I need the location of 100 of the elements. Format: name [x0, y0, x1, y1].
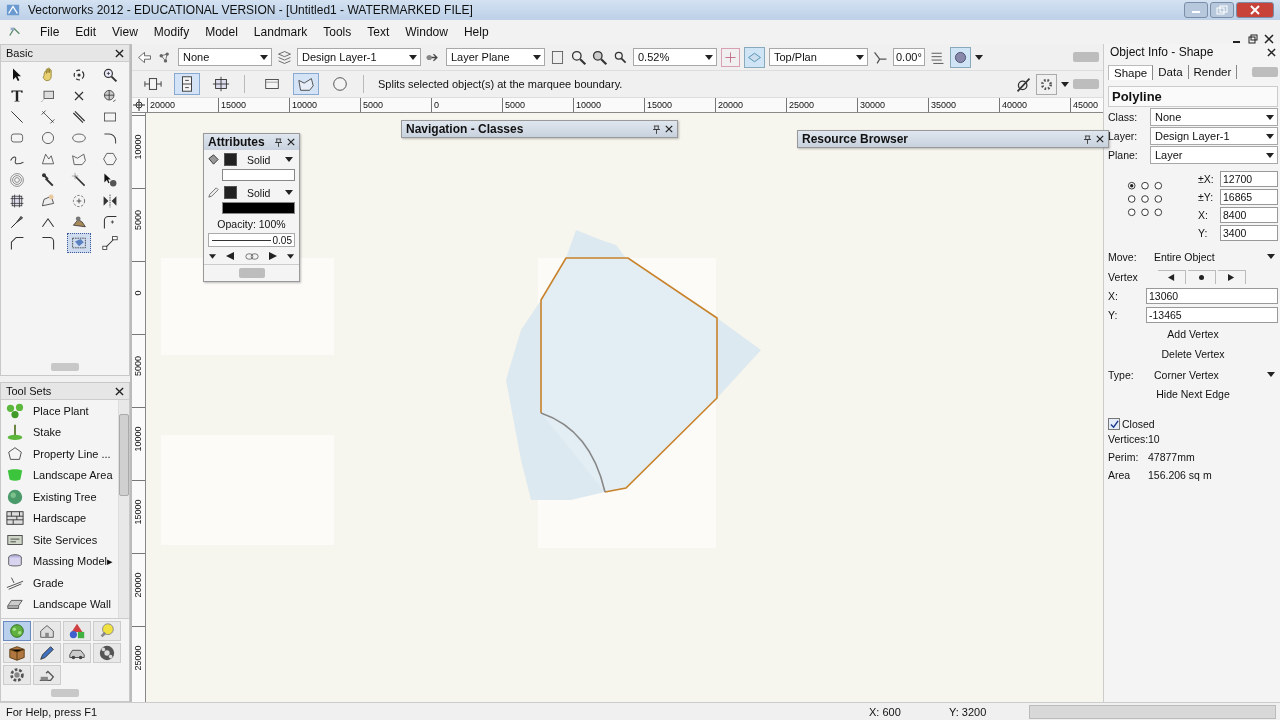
menu-item[interactable]: Modify: [145, 25, 198, 39]
menu-item[interactable]: Model: [197, 25, 246, 39]
hide-edge-button[interactable]: Hide Next Edge: [1150, 385, 1236, 403]
close-icon[interactable]: [1267, 47, 1276, 57]
class-dropdown[interactable]: None: [178, 48, 272, 66]
tool-set-item[interactable]: Existing Tree: [1, 486, 118, 508]
close-icon[interactable]: [1096, 135, 1104, 143]
pen-color-swatch[interactable]: [224, 186, 237, 199]
tool-set-item[interactable]: Landscape Area: [1, 464, 118, 486]
tab[interactable]: Data: [1153, 65, 1189, 79]
pen-style-dropdown[interactable]: Solid: [241, 186, 296, 199]
tool-set-button[interactable]: [63, 621, 91, 641]
grid-snap-icon[interactable]: [721, 47, 740, 67]
collapse-handle[interactable]: [1073, 52, 1099, 62]
tool-set-item[interactable]: Grade: [1, 572, 118, 594]
caret-icon[interactable]: [1061, 81, 1069, 87]
close-icon[interactable]: [287, 138, 295, 146]
close-icon[interactable]: [665, 125, 673, 133]
zoom-icon[interactable]: [570, 48, 587, 66]
link-icon[interactable]: [244, 252, 259, 260]
mode-button[interactable]: [174, 73, 200, 95]
tool-set-button[interactable]: [33, 665, 61, 685]
layer-dropdown[interactable]: Design Layer-1: [297, 48, 421, 66]
vertex-button[interactable]: Add Vertex: [1161, 325, 1225, 343]
zoom-icon[interactable]: [591, 48, 608, 66]
collapse-handle[interactable]: [1252, 67, 1278, 77]
tab[interactable]: Shape: [1108, 64, 1154, 80]
layers-icon[interactable]: [276, 48, 293, 66]
menu-item[interactable]: Help: [455, 25, 497, 39]
tool-set-item[interactable]: Site Services: [1, 529, 118, 551]
collapse-handle[interactable]: [51, 689, 79, 697]
menu-item[interactable]: View: [104, 25, 146, 39]
tool-set-item[interactable]: Massing Model▸: [1, 550, 118, 572]
collapse-handle[interactable]: [1073, 79, 1099, 89]
tool-set-item[interactable]: Property Line ...: [1, 443, 118, 465]
snap-icon[interactable]: [1015, 75, 1032, 93]
scrollbar[interactable]: [1029, 704, 1276, 719]
collapse-handle[interactable]: [238, 268, 265, 278]
tool-set-button[interactable]: [3, 643, 31, 663]
arrowhead-left-icon[interactable]: [226, 252, 235, 260]
input-field[interactable]: 16865: [1220, 188, 1278, 205]
rotation-field[interactable]: 0.00°: [893, 48, 925, 66]
ruler-label: 20000: [133, 571, 143, 600]
close-icon[interactable]: [115, 48, 124, 58]
close-icon[interactable]: [115, 386, 124, 396]
menu-item[interactable]: Window: [397, 25, 456, 39]
vertex-button[interactable]: Delete Vertex: [1155, 345, 1231, 363]
page-icon[interactable]: [549, 48, 566, 66]
caret-icon[interactable]: [974, 54, 983, 60]
menu-item[interactable]: Text: [359, 25, 398, 39]
menu-item[interactable]: Tools: [315, 25, 360, 39]
line-weight-field[interactable]: 0.05: [208, 233, 295, 247]
menu-item[interactable]: Edit: [67, 25, 105, 39]
property-dropdown[interactable]: Design Layer-1: [1150, 127, 1278, 145]
tool-set-button[interactable]: [33, 643, 61, 663]
move-dropdown[interactable]: Entire Object: [1150, 250, 1278, 263]
input-field[interactable]: 13060: [1146, 288, 1278, 304]
tool-set-item[interactable]: Place Plant: [1, 400, 118, 422]
vertex-type-dropdown[interactable]: Corner Vertex: [1150, 368, 1278, 381]
menu-item[interactable]: File: [32, 25, 68, 39]
menu-item[interactable]: Landmark: [245, 25, 316, 39]
tool-set-button[interactable]: [3, 665, 31, 685]
close-button[interactable]: [1236, 2, 1274, 18]
gear-icon[interactable]: [1036, 73, 1057, 95]
mode-button[interactable]: [293, 73, 319, 95]
input-field[interactable]: 3400: [1220, 224, 1278, 241]
tool-set-item[interactable]: Hardscape: [1, 507, 118, 529]
scrollbar[interactable]: [118, 400, 129, 618]
zoom-dropdown[interactable]: 0.52%: [633, 48, 717, 66]
checkbox[interactable]: [1108, 418, 1120, 430]
minimize-button[interactable]: [1184, 2, 1208, 18]
restore-button[interactable]: [1210, 2, 1234, 18]
view-dropdown[interactable]: Top/Plan: [769, 48, 868, 66]
origin-icon[interactable]: [133, 99, 145, 111]
restore-icon[interactable]: [1248, 34, 1258, 44]
next-vertex-button[interactable]: [1218, 269, 1246, 284]
property-dropdown[interactable]: None: [1150, 108, 1278, 126]
tab[interactable]: Render: [1188, 65, 1238, 79]
plane-dropdown[interactable]: Layer Plane: [446, 48, 545, 66]
arrowhead-right-icon[interactable]: [268, 252, 277, 260]
previous-vertex-button[interactable]: [1158, 269, 1186, 284]
tool-set-button[interactable]: [93, 643, 121, 663]
pin-icon[interactable]: [1084, 134, 1091, 144]
close-icon[interactable]: [1264, 34, 1274, 44]
input-field[interactable]: -13465: [1146, 307, 1278, 323]
input-field[interactable]: 12700: [1220, 170, 1278, 187]
pin-icon[interactable]: [653, 124, 660, 134]
fill-color-swatch[interactable]: [224, 153, 237, 166]
tool-set-button[interactable]: [63, 643, 91, 663]
input-field[interactable]: 8400: [1220, 206, 1278, 223]
fill-style-dropdown[interactable]: Solid: [241, 153, 296, 166]
render-icon[interactable]: [949, 46, 971, 68]
window-title: Vectorworks 2012 - EDUCATIONAL VERSION - [Untitled1 - WATERMARKED FILE]: [28, 3, 473, 17]
pin-icon[interactable]: [275, 137, 282, 147]
collapse-handle[interactable]: [51, 363, 79, 371]
tool-set-item[interactable]: Landscape Wall: [1, 593, 118, 615]
tool-set-item[interactable]: Stake: [1, 421, 118, 443]
current-vertex-button[interactable]: [1188, 269, 1216, 284]
reference-point-grid-icon[interactable]: [1126, 180, 1164, 218]
property-dropdown[interactable]: Layer: [1150, 146, 1278, 164]
